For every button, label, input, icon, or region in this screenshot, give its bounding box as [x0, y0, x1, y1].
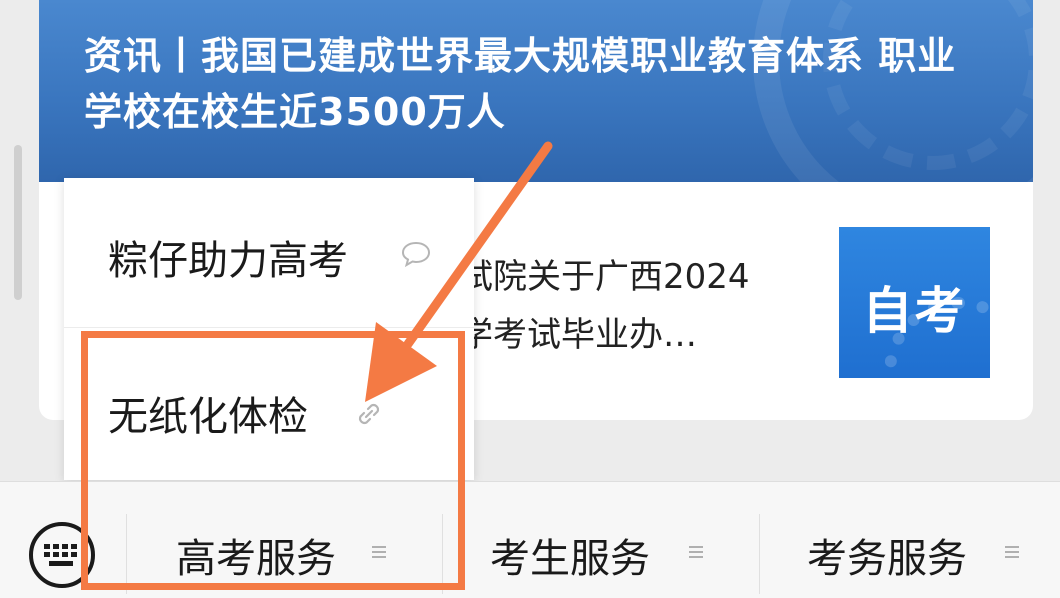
scroll-indicator[interactable]	[14, 145, 22, 300]
article-item-title-line1: 试院关于广西2024	[459, 257, 750, 297]
speech-bubble-icon	[401, 241, 431, 268]
tab-divider	[126, 514, 127, 594]
submenu-item-label: 无纸化体检	[108, 394, 308, 440]
article-banner[interactable]: 资讯丨我国已建成世界最大规模职业教育体系 职业学校在校生近3500万人	[39, 0, 1033, 182]
banner-title: 资讯丨我国已建成世界最大规模职业教育体系 职业学校在校生近3500万人	[84, 34, 957, 134]
keyboard-icon[interactable]	[27, 520, 97, 590]
submenu-item-zongzai[interactable]: 粽仔助力高考	[64, 178, 474, 328]
tab-label: 高考服务	[176, 536, 336, 582]
tab-label: 考生服务	[490, 536, 650, 582]
thumbnail-text: 自考	[862, 282, 967, 340]
tab-label: 考务服务	[807, 536, 967, 582]
submenu-item-wuzhihua-tijian[interactable]: 无纸化体检	[64, 329, 474, 479]
tab-examinee-service[interactable]: 考生服务	[442, 514, 759, 594]
article-item-title[interactable]: 试院关于广西2024 学考试毕业办…	[459, 248, 829, 364]
submenu-item-label: 粽仔助力高考	[108, 238, 348, 284]
bottom-menu-bar: 高考服务 考生服务 考务服务	[0, 481, 1060, 598]
menu-lines-icon	[1005, 546, 1019, 558]
menu-lines-icon	[689, 546, 703, 558]
tab-divider	[759, 514, 760, 594]
tab-divider	[442, 514, 443, 594]
link-icon	[358, 403, 380, 425]
submenu-popup: 粽仔助力高考 无纸化体检	[64, 178, 474, 480]
article-thumbnail[interactable]: 自考	[839, 227, 990, 378]
tab-gaokao-service[interactable]: 高考服务	[126, 514, 442, 594]
tab-exam-affairs-service[interactable]: 考务服务	[759, 514, 1060, 594]
article-item-title-line2: 学考试毕业办…	[459, 315, 697, 355]
menu-lines-icon	[372, 546, 386, 558]
